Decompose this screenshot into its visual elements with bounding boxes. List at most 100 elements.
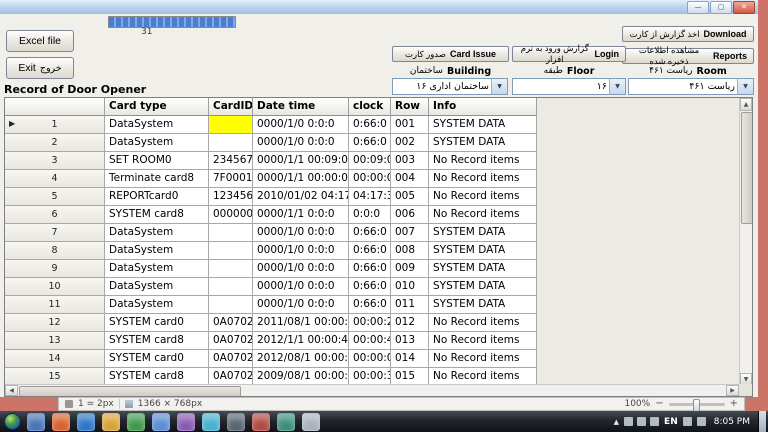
cell-row[interactable]: 007 <box>391 224 429 242</box>
zoom-slider[interactable] <box>669 403 725 406</box>
cell-card-type[interactable]: DataSystem <box>105 116 209 134</box>
cell-row[interactable]: 004 <box>391 170 429 188</box>
cell-info[interactable]: SYSTEM DATA <box>429 134 537 152</box>
table-row[interactable]: 10DataSystem0000/1/0 0:0:00:66:0010SYSTE… <box>5 278 537 296</box>
table-row[interactable]: 6SYSTEM card8000000000000/1/1 0:0:00:0:0… <box>5 206 537 224</box>
card-issue-button[interactable]: صدور کارت Card Issue <box>392 46 509 62</box>
cell-card-type[interactable]: SET ROOM0 <box>105 152 209 170</box>
cell-info[interactable]: No Record items <box>429 332 537 350</box>
taskbar-app-icon-10[interactable] <box>252 413 270 431</box>
cell-info[interactable]: SYSTEM DATA <box>429 278 537 296</box>
table-row[interactable]: 4Terminate card87F0001010000/1/1 00:00:0… <box>5 170 537 188</box>
table-row[interactable]: 12SYSTEM card00A0702132011/08/1 00:00:28… <box>5 314 537 332</box>
building-select[interactable]: ساختمان اداری ۱۶ ▼ <box>392 78 508 95</box>
row-header[interactable]: 3 <box>5 152 105 170</box>
cell-row[interactable]: 001 <box>391 116 429 134</box>
cell-row[interactable]: 002 <box>391 134 429 152</box>
vertical-scrollbar[interactable]: ▲ ▼ <box>739 98 752 386</box>
cell-card-type[interactable]: Terminate card8 <box>105 170 209 188</box>
row-header[interactable]: 4 <box>5 170 105 188</box>
taskbar-app-icon-12[interactable] <box>302 413 320 431</box>
table-row[interactable]: 14SYSTEM card00A0702132012/08/1 00:00:00… <box>5 350 537 368</box>
cell-clock[interactable]: 0:66:0 <box>349 278 391 296</box>
cell-date-time[interactable]: 2011/08/1 00:00:28 <box>253 314 349 332</box>
cell-card-id[interactable] <box>209 260 253 278</box>
table-row[interactable]: 11DataSystem0000/1/0 0:0:00:66:0011SYSTE… <box>5 296 537 314</box>
grid-corner-cell[interactable] <box>5 98 105 116</box>
cell-clock[interactable]: 0:66:0 <box>349 224 391 242</box>
cell-card-id[interactable]: 7F000101 <box>209 170 253 188</box>
cell-info[interactable]: No Record items <box>429 350 537 368</box>
row-header[interactable]: 6 <box>5 206 105 224</box>
cell-clock[interactable]: 00:00:00 <box>349 350 391 368</box>
cell-card-type[interactable]: DataSystem <box>105 242 209 260</box>
excel-file-button[interactable]: Excel file <box>6 30 74 52</box>
tray-status-icon-1[interactable] <box>624 417 633 426</box>
cell-clock[interactable]: 00:00:28 <box>349 314 391 332</box>
cell-info[interactable]: No Record items <box>429 188 537 206</box>
cell-date-time[interactable]: 0000/1/0 0:0:0 <box>253 278 349 296</box>
row-header[interactable]: 14 <box>5 350 105 368</box>
row-header[interactable]: 13 <box>5 332 105 350</box>
chevron-down-icon[interactable]: ▼ <box>491 79 507 94</box>
zoom-out-button[interactable]: − <box>655 399 663 409</box>
horizontal-scroll-thumb[interactable] <box>19 386 241 397</box>
cell-info[interactable]: No Record items <box>429 206 537 224</box>
cell-card-id[interactable] <box>209 134 253 152</box>
cell-date-time[interactable]: 0000/1/0 0:0:0 <box>253 260 349 278</box>
cell-date-time[interactable]: 0000/1/1 0:0:0 <box>253 206 349 224</box>
vertical-scroll-thumb[interactable] <box>741 112 753 224</box>
taskbar-app-icon-6[interactable] <box>152 413 170 431</box>
tray-status-icon-3[interactable] <box>650 417 659 426</box>
cell-card-type[interactable]: DataSystem <box>105 134 209 152</box>
cell-row[interactable]: 009 <box>391 260 429 278</box>
taskbar-app-icon-9[interactable] <box>227 413 245 431</box>
cell-card-type[interactable]: REPORTcard0 <box>105 188 209 206</box>
scroll-left-icon[interactable]: ◀ <box>5 385 18 396</box>
chevron-down-icon[interactable]: ▼ <box>609 79 625 94</box>
cell-row[interactable]: 011 <box>391 296 429 314</box>
cell-card-id[interactable] <box>209 224 253 242</box>
scroll-right-icon[interactable]: ▶ <box>726 385 739 396</box>
cell-row[interactable]: 013 <box>391 332 429 350</box>
cell-card-type[interactable]: SYSTEM card8 <box>105 332 209 350</box>
cell-card-id[interactable]: 0A070213 <box>209 332 253 350</box>
cell-info[interactable]: SYSTEM DATA <box>429 116 537 134</box>
table-row[interactable]: 8DataSystem0000/1/0 0:0:00:66:0008SYSTEM… <box>5 242 537 260</box>
row-header[interactable]: 8 <box>5 242 105 260</box>
cell-row[interactable]: 006 <box>391 206 429 224</box>
cell-card-id[interactable]: 0A070213 <box>209 314 253 332</box>
exit-button[interactable]: Exit خروج <box>6 57 74 79</box>
cell-clock[interactable]: 0:66:0 <box>349 260 391 278</box>
table-row[interactable]: 7DataSystem0000/1/0 0:0:00:66:0007SYSTEM… <box>5 224 537 242</box>
tray-expand-icon[interactable]: ▲ <box>614 418 619 426</box>
row-header[interactable]: 9 <box>5 260 105 278</box>
row-header[interactable]: 12 <box>5 314 105 332</box>
cell-clock[interactable]: 00:09:08 <box>349 152 391 170</box>
cell-info[interactable]: SYSTEM DATA <box>429 260 537 278</box>
cell-info[interactable]: No Record items <box>429 314 537 332</box>
cell-date-time[interactable]: 2012/1/1 00:00:44 <box>253 332 349 350</box>
cell-date-time[interactable]: 0000/1/0 0:0:0 <box>253 134 349 152</box>
table-row[interactable]: 3SET ROOM0234567890000/1/1 00:09:0800:09… <box>5 152 537 170</box>
column-header-clock[interactable]: clock <box>349 98 391 116</box>
cell-date-time[interactable]: 2010/01/02 04:17:34 <box>253 188 349 206</box>
row-header[interactable]: 7 <box>5 224 105 242</box>
cell-card-id[interactable]: 23456789 <box>209 152 253 170</box>
cell-card-type[interactable]: SYSTEM card0 <box>105 350 209 368</box>
table-row[interactable]: ▶1DataSystem0000/1/0 0:0:00:66:0001SYSTE… <box>5 116 537 134</box>
cell-info[interactable]: SYSTEM DATA <box>429 296 537 314</box>
cell-info[interactable]: No Record items <box>429 152 537 170</box>
cell-row[interactable]: 008 <box>391 242 429 260</box>
taskbar-app-icon-1[interactable] <box>27 413 45 431</box>
cell-clock[interactable]: 00:00:44 <box>349 332 391 350</box>
cell-card-type[interactable]: DataSystem <box>105 260 209 278</box>
row-header[interactable]: 5 <box>5 188 105 206</box>
cell-card-id[interactable] <box>209 296 253 314</box>
cell-date-time[interactable]: 0000/1/0 0:0:0 <box>253 296 349 314</box>
floor-select[interactable]: ۱۶ ▼ <box>512 78 626 95</box>
table-row[interactable]: 9DataSystem 0000/1/0 0:0:00:66:0009SYSTEM… <box>5 260 537 278</box>
cell-info[interactable]: SYSTEM DATA <box>429 224 537 242</box>
cell-date-time[interactable]: 2012/08/1 00:00:00 <box>253 350 349 368</box>
cell-card-id[interactable]: 0A070213 <box>209 350 253 368</box>
